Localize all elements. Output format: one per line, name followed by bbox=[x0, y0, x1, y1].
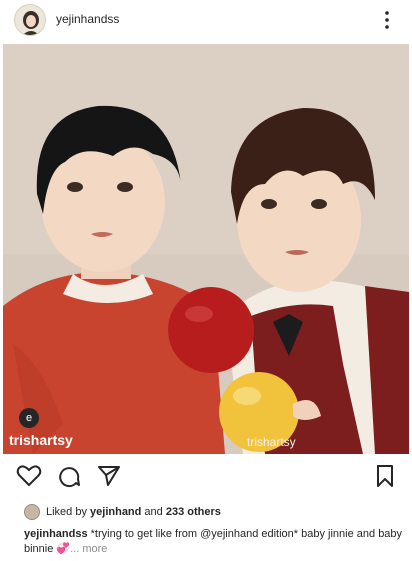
more-options-button[interactable] bbox=[378, 8, 396, 32]
action-bar bbox=[0, 456, 412, 496]
share-button[interactable] bbox=[96, 464, 122, 488]
illustration bbox=[3, 44, 409, 454]
profile-avatar[interactable] bbox=[14, 4, 46, 36]
watermark-badge: e bbox=[19, 408, 39, 428]
like-button[interactable] bbox=[16, 464, 42, 488]
post-header: yejinhandss bbox=[0, 0, 412, 40]
post-caption: yejinhandss *trying to get like from @ye… bbox=[24, 527, 404, 557]
heart-icon bbox=[16, 465, 42, 487]
comment-button[interactable] bbox=[56, 464, 82, 488]
likes-text[interactable]: Liked by yejinhand and 233 others bbox=[46, 506, 221, 518]
comment-bubble-icon bbox=[59, 467, 80, 488]
save-button[interactable] bbox=[372, 464, 398, 488]
watermark-right: trishartsy bbox=[247, 435, 296, 449]
post-image[interactable]: e trishartsy trishartsy bbox=[3, 44, 409, 454]
watermark-left: trishartsy bbox=[9, 432, 73, 448]
liker-avatar[interactable] bbox=[24, 504, 40, 520]
paper-plane-icon bbox=[98, 466, 120, 486]
more-link[interactable]: ... more bbox=[70, 543, 107, 555]
likes-user[interactable]: yejinhand bbox=[90, 506, 141, 518]
likes-others[interactable]: 233 others bbox=[166, 506, 221, 518]
vertical-ellipsis-icon bbox=[385, 11, 389, 29]
caption-emoji: 💞 bbox=[56, 543, 71, 555]
post-username[interactable]: yejinhandss bbox=[56, 12, 119, 26]
caption-username[interactable]: yejinhandss bbox=[24, 528, 88, 540]
likes-middle: and bbox=[141, 506, 166, 518]
bookmark-icon bbox=[377, 465, 393, 487]
likes-prefix: Liked by bbox=[46, 506, 91, 518]
